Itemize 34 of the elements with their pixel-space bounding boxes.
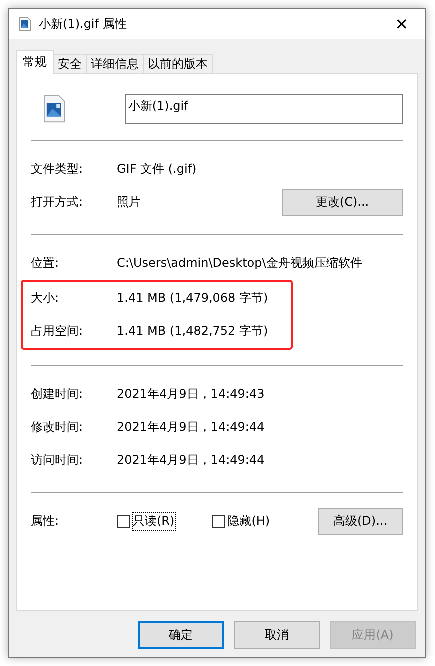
field-value: GIF 文件 (.gif) xyxy=(117,161,198,178)
file-name-field[interactable]: 小新(1).gif xyxy=(125,94,403,124)
checkbox-label[interactable]: 隐藏(H) xyxy=(226,512,272,531)
field-label: 访问时间: xyxy=(31,452,84,469)
change-button[interactable]: 更改(C)... xyxy=(282,189,403,216)
checkbox-label[interactable]: 只读(R) xyxy=(132,512,176,531)
tab[interactable]: 常规 xyxy=(16,50,54,74)
field-label: 修改时间: xyxy=(31,419,84,436)
window-title: 小新(1).gif 属性 xyxy=(39,16,128,32)
field-value: 照片 xyxy=(117,194,142,211)
advanced-button[interactable]: 高级(D)... xyxy=(318,508,403,535)
dialog-button[interactable]: 确定 xyxy=(138,621,224,649)
field-label: 大小: xyxy=(31,290,60,307)
field-label: 占用空间: xyxy=(31,323,84,340)
checkbox[interactable] xyxy=(212,515,225,528)
field-label: 文件类型: xyxy=(31,161,84,178)
tab[interactable]: 以前的版本 xyxy=(143,54,213,73)
checkbox[interactable] xyxy=(117,515,130,528)
close-icon[interactable]: ✕ xyxy=(379,14,425,34)
field-label: 属性: xyxy=(31,513,60,530)
field-value: 2021年4月9日，14:49:44 xyxy=(117,452,266,469)
field-value: 1.41 MB (1,479,068 字节) xyxy=(117,290,270,307)
field-label: 打开方式: xyxy=(31,194,84,211)
field-label: 位置: xyxy=(31,255,60,272)
image-file-icon xyxy=(44,95,66,123)
dialog-button[interactable]: 取消 xyxy=(234,621,320,649)
tab[interactable]: 详细信息 xyxy=(86,54,144,73)
image-file-icon xyxy=(19,17,31,31)
field-value: 2021年4月9日，14:49:43 xyxy=(117,386,266,403)
field-value: 1.41 MB (1,482,752 字节) xyxy=(117,323,270,340)
tab[interactable]: 安全 xyxy=(53,54,87,73)
field-label: 创建时间: xyxy=(31,386,84,403)
field-value: C:\Users\admin\Desktop\金舟视频压缩软件 xyxy=(117,255,364,272)
field-value: 2021年4月9日，14:49:44 xyxy=(117,419,266,436)
